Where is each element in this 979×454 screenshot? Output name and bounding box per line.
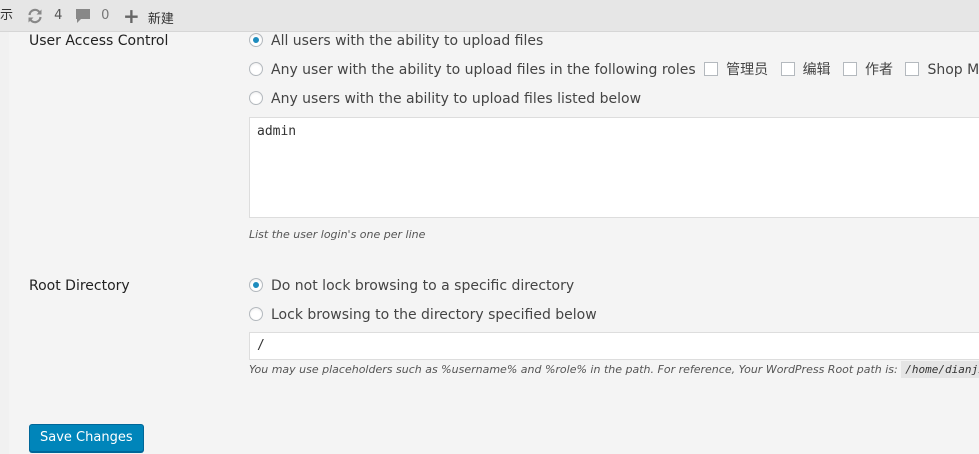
root-path-help-text: You may use placeholders such as %userna… bbox=[249, 363, 898, 376]
updates-item[interactable]: 4 bbox=[26, 0, 62, 32]
role-label-shop-manager: Shop Manage bbox=[927, 62, 979, 78]
user-access-label: User Access Control bbox=[29, 33, 169, 49]
radio-lock-directory[interactable] bbox=[249, 307, 263, 321]
role-checkbox-shop-manager[interactable] bbox=[905, 62, 920, 76]
role-checkbox-admin[interactable] bbox=[704, 62, 719, 76]
comments-item[interactable]: 0 bbox=[75, 0, 109, 32]
admin-bar: 示 4 0 + 新建 bbox=[0, 0, 979, 32]
role-label-editor: 编辑 bbox=[802, 62, 831, 78]
option-label: Do not lock browsing to a specific direc… bbox=[271, 278, 575, 294]
user-access-option-listed[interactable]: Any users with the ability to upload fil… bbox=[249, 89, 641, 109]
root-option-no-lock[interactable]: Do not lock browsing to a specific direc… bbox=[249, 276, 574, 296]
root-path-help: You may use placeholders such as %userna… bbox=[249, 361, 979, 378]
radio-no-lock[interactable] bbox=[249, 278, 263, 292]
option-label: Any user with the ability to upload file… bbox=[271, 62, 696, 78]
wordpress-root-path: /home/dianjinc bbox=[901, 361, 979, 378]
user-access-option-all[interactable]: All users with the ability to upload fil… bbox=[249, 31, 543, 51]
root-option-lock[interactable]: Lock browsing to the directory specified… bbox=[249, 305, 597, 325]
role-label-admin: 管理员 bbox=[726, 62, 769, 78]
users-list-help: List the user login's one per line bbox=[249, 228, 426, 241]
new-content-item[interactable]: + 新建 bbox=[123, 0, 174, 32]
save-changes-button[interactable]: Save Changes bbox=[29, 424, 144, 452]
radio-all-users[interactable] bbox=[249, 33, 263, 47]
settings-form: User Access Control All users with the a… bbox=[9, 32, 979, 454]
updates-count: 4 bbox=[54, 8, 63, 23]
option-label: All users with the ability to upload fil… bbox=[271, 33, 544, 49]
plus-icon: + bbox=[123, 4, 140, 28]
comments-count: 0 bbox=[101, 8, 110, 23]
admin-bar-partial-item[interactable]: 示 bbox=[0, 0, 13, 32]
users-list-textarea[interactable]: admin bbox=[249, 117, 979, 218]
comment-icon bbox=[75, 8, 95, 23]
option-label: Any users with the ability to upload fil… bbox=[271, 91, 642, 107]
option-label: Lock browsing to the directory specified… bbox=[271, 307, 597, 323]
new-label: 新建 bbox=[147, 12, 174, 27]
refresh-icon bbox=[26, 8, 48, 23]
user-access-option-roles[interactable]: Any user with the ability to upload file… bbox=[249, 60, 979, 80]
radio-listed-users[interactable] bbox=[249, 91, 263, 105]
radio-roles[interactable] bbox=[249, 62, 263, 76]
role-label-author: 作者 bbox=[865, 62, 894, 78]
role-checkbox-author[interactable] bbox=[843, 62, 858, 76]
root-path-input[interactable]: / bbox=[249, 332, 979, 360]
root-directory-label: Root Directory bbox=[29, 278, 130, 294]
role-checkbox-editor[interactable] bbox=[780, 62, 795, 76]
